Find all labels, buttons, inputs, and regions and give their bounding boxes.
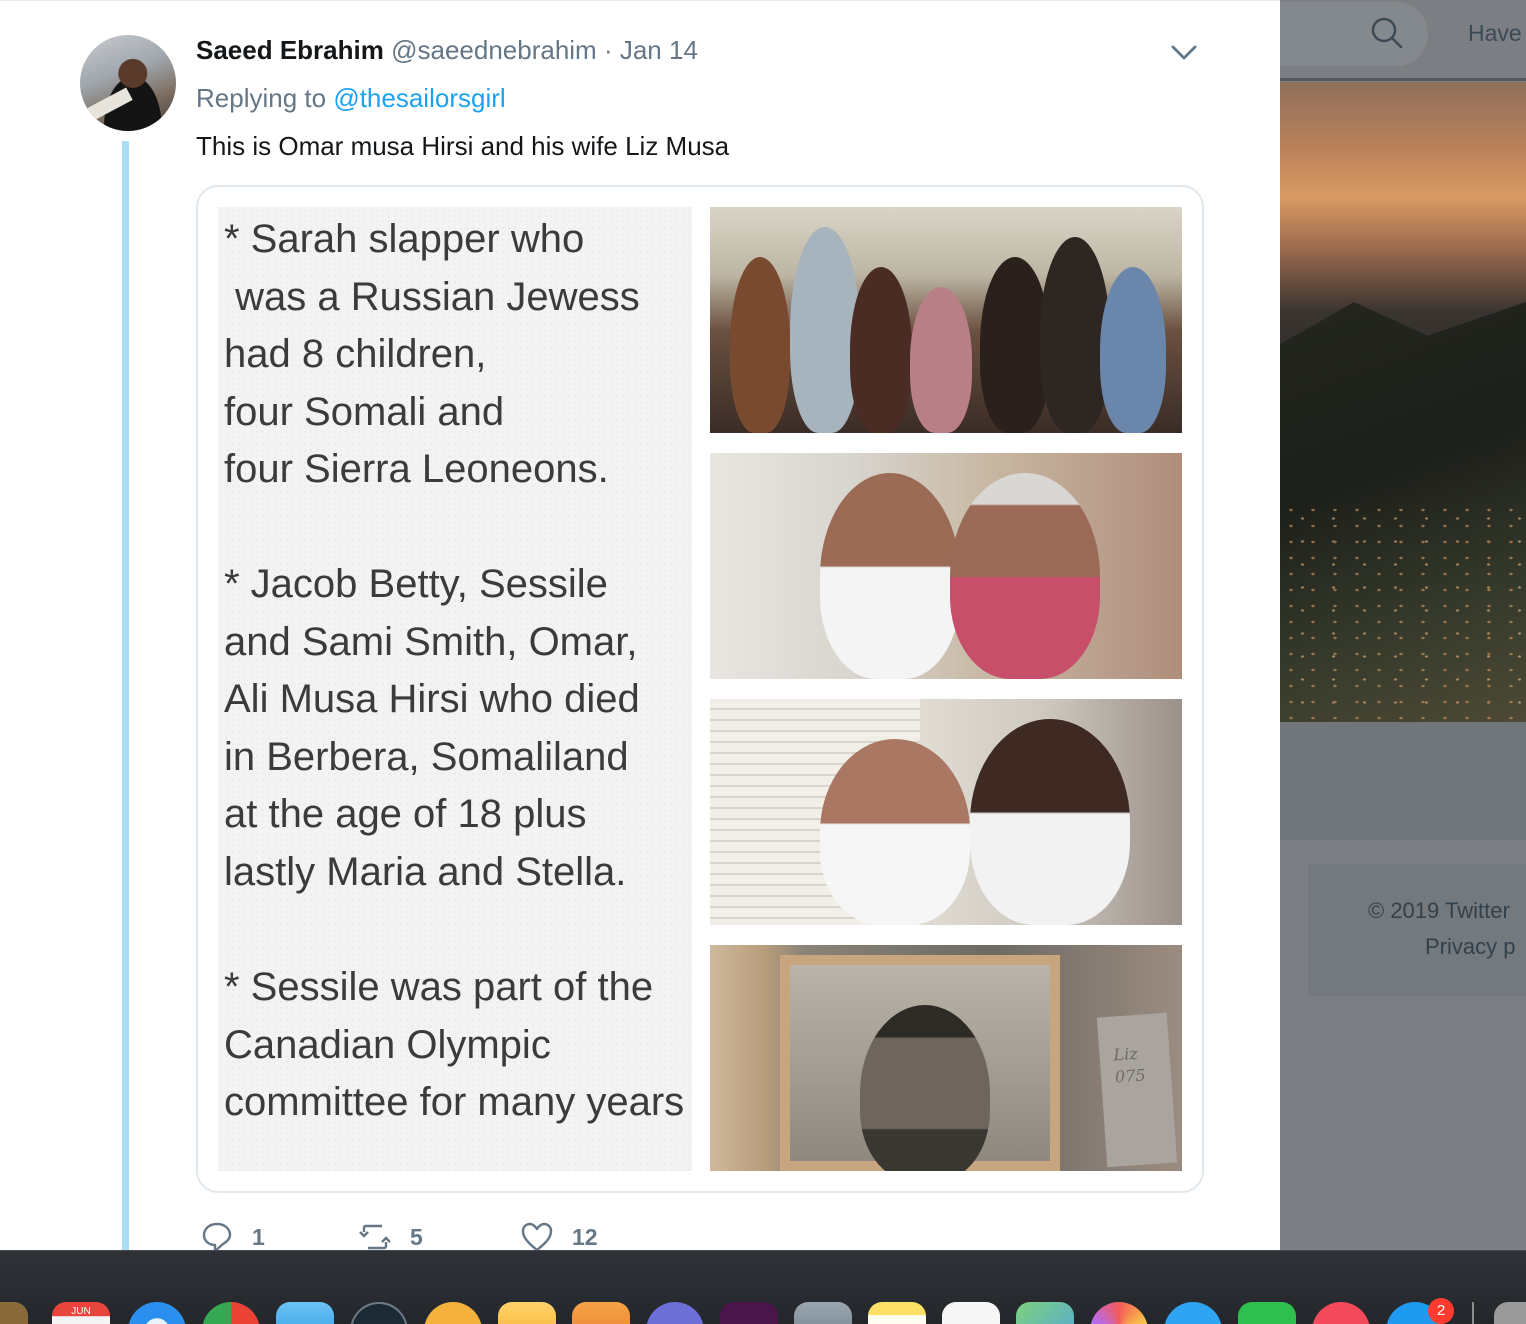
display-name[interactable]: Saeed Ebrahim <box>196 35 384 65</box>
village-lights <box>1280 502 1526 722</box>
group-photo <box>710 207 1182 433</box>
tweet-text: This is Omar musa Hirsi and his wife Liz… <box>196 131 730 161</box>
photo-frame <box>780 955 1060 1171</box>
person <box>820 739 970 925</box>
tweet-media[interactable]: * Sarah slapper who was a Russian Jewess… <box>196 185 1204 1193</box>
xcode-icon[interactable] <box>276 1302 334 1324</box>
person <box>790 227 860 433</box>
notification-badge: 2 <box>1428 1298 1454 1324</box>
person <box>1100 267 1166 433</box>
have-account-button[interactable]: Have <box>1468 20 1522 47</box>
portrait-face <box>860 1005 990 1171</box>
person <box>820 473 960 679</box>
framed-portrait-photo: Liz 075 <box>710 945 1182 1171</box>
envelope-writing: Liz 075 <box>1112 1043 1147 1087</box>
profile-card <box>1280 722 1526 840</box>
thread-line <box>122 141 129 1251</box>
finder-icon[interactable] <box>0 1302 28 1324</box>
note-paragraph: * Sarah slapper who was a Russian Jewess… <box>224 217 640 491</box>
slack-icon[interactable] <box>720 1302 778 1324</box>
tweet-header: Saeed Ebrahim @saeednebrahim · Jan 14 <box>196 35 698 66</box>
tweet-panel: Saeed Ebrahim @saeednebrahim · Jan 14 Re… <box>0 0 1280 1253</box>
header-separator: · <box>596 35 620 65</box>
sketch-icon[interactable] <box>498 1302 556 1324</box>
trash-icon[interactable] <box>1494 1302 1526 1324</box>
retweet-count: 5 <box>410 1223 423 1250</box>
footer-copyright: © 2019 Twitter <box>1368 898 1510 923</box>
chevron-down-icon[interactable] <box>1168 39 1200 65</box>
maps-icon[interactable] <box>1016 1302 1074 1324</box>
dock-divider <box>1472 1302 1474 1324</box>
note-image: * Sarah slapper who was a Russian Jewess… <box>218 207 692 1171</box>
user-handle[interactable]: @saeednebrahim <box>391 35 597 65</box>
footer-card <box>1308 864 1526 996</box>
search-input[interactable] <box>1280 2 1428 66</box>
tweet-actions: 1 5 12 <box>200 1215 720 1255</box>
like-count: 12 <box>572 1223 598 1250</box>
person <box>730 257 790 433</box>
preview-icon[interactable] <box>794 1302 852 1324</box>
footer-privacy-link[interactable]: Privacy p <box>1425 934 1515 960</box>
note-paragraph: * Sessile was part of the Canadian Olymp… <box>224 965 685 1124</box>
replying-handle-link[interactable]: @thesailorsgirl <box>333 83 505 113</box>
calendar-month-label: JUN <box>71 1306 91 1317</box>
couple-photo <box>710 453 1182 679</box>
retweet-icon <box>359 1224 391 1250</box>
two-men-photo <box>710 699 1182 925</box>
header-photo <box>1280 82 1526 722</box>
facetime-icon[interactable] <box>1238 1302 1296 1324</box>
pages-icon[interactable] <box>572 1302 630 1324</box>
person <box>910 287 972 433</box>
avatar-paper <box>87 87 133 121</box>
notes-icon[interactable] <box>868 1302 926 1324</box>
person <box>950 473 1100 679</box>
reply-count: 1 <box>252 1223 265 1250</box>
person <box>970 719 1130 925</box>
search-icon[interactable] <box>1370 16 1404 50</box>
heart-icon <box>521 1222 553 1252</box>
screen: Have © 2019 Twitter Privacy p Saeed Ebra… <box>0 0 1526 1324</box>
note-paragraph: * Jacob Betty, Sessile and Sami Smith, O… <box>224 562 640 894</box>
reminders-icon[interactable] <box>942 1302 1000 1324</box>
topbar-divider <box>1280 78 1526 81</box>
replying-prefix: Replying to <box>196 83 334 113</box>
person <box>850 267 912 433</box>
reply-icon <box>202 1222 232 1253</box>
replying-to: Replying to @thesailorsgirl <box>196 83 506 114</box>
envelope: Liz 075 <box>1096 1012 1178 1168</box>
avatar[interactable] <box>80 35 176 131</box>
tweet-date[interactable]: Jan 14 <box>620 35 698 65</box>
